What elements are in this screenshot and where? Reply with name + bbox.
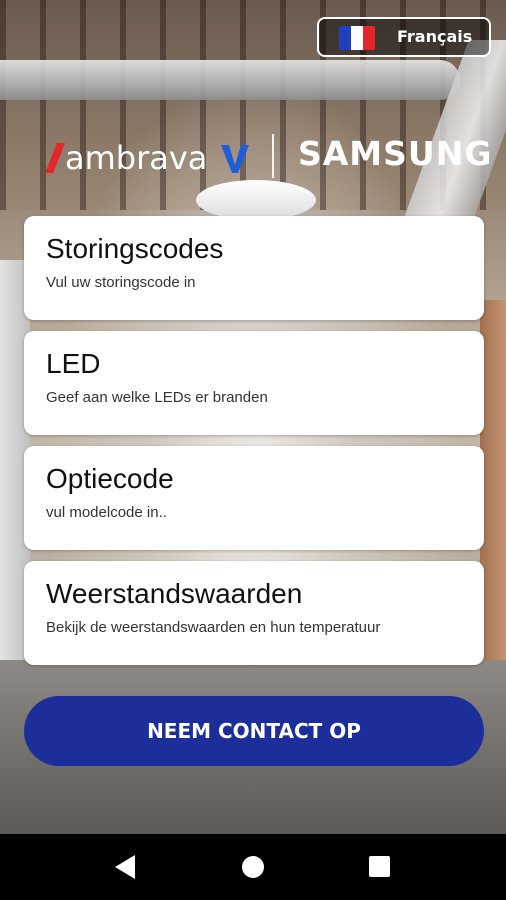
recents-icon[interactable] bbox=[369, 856, 390, 877]
logo-divider bbox=[272, 134, 274, 178]
system-navigation-bar bbox=[0, 834, 506, 900]
samsung-logo: SAMSUNG bbox=[298, 134, 493, 173]
brand-logos: ambrava SAMSUNG bbox=[0, 130, 506, 182]
french-flag-icon bbox=[339, 26, 375, 50]
menu-item-subtitle: vul modelcode in.. bbox=[46, 504, 167, 521]
back-icon[interactable] bbox=[115, 855, 135, 879]
language-label: Français bbox=[397, 27, 473, 46]
menu-item-title: Weerstandswaarden bbox=[46, 578, 303, 609]
home-icon[interactable] bbox=[242, 856, 264, 878]
menu-item-led[interactable]: LED Geef aan welke LEDs er branden bbox=[24, 331, 484, 435]
menu-item-subtitle: Vul uw storingscode in bbox=[46, 274, 196, 291]
svg-text:ambrava: ambrava bbox=[65, 139, 207, 175]
language-button[interactable]: Français bbox=[317, 17, 491, 57]
menu-item-subtitle: Geef aan welke LEDs er branden bbox=[46, 389, 268, 406]
contact-button[interactable]: NEEM CONTACT OP bbox=[24, 696, 484, 766]
background-duct bbox=[0, 60, 460, 100]
background-ac-unit bbox=[196, 180, 316, 220]
menu-item-optiecode[interactable]: Optiecode vul modelcode in.. bbox=[24, 446, 484, 550]
ambrava-logo: ambrava bbox=[45, 139, 249, 175]
menu-item-subtitle: Bekijk de weerstandswaarden en hun tempe… bbox=[46, 619, 381, 636]
menu-item-title: LED bbox=[46, 348, 101, 379]
menu-item-storingscodes[interactable]: Storingscodes Vul uw storingscode in bbox=[24, 216, 484, 320]
menu-item-weerstandswaarden[interactable]: Weerstandswaarden Bekijk de weerstandswa… bbox=[24, 561, 484, 665]
menu-item-title: Storingscodes bbox=[46, 233, 224, 264]
menu-item-title: Optiecode bbox=[46, 463, 174, 494]
